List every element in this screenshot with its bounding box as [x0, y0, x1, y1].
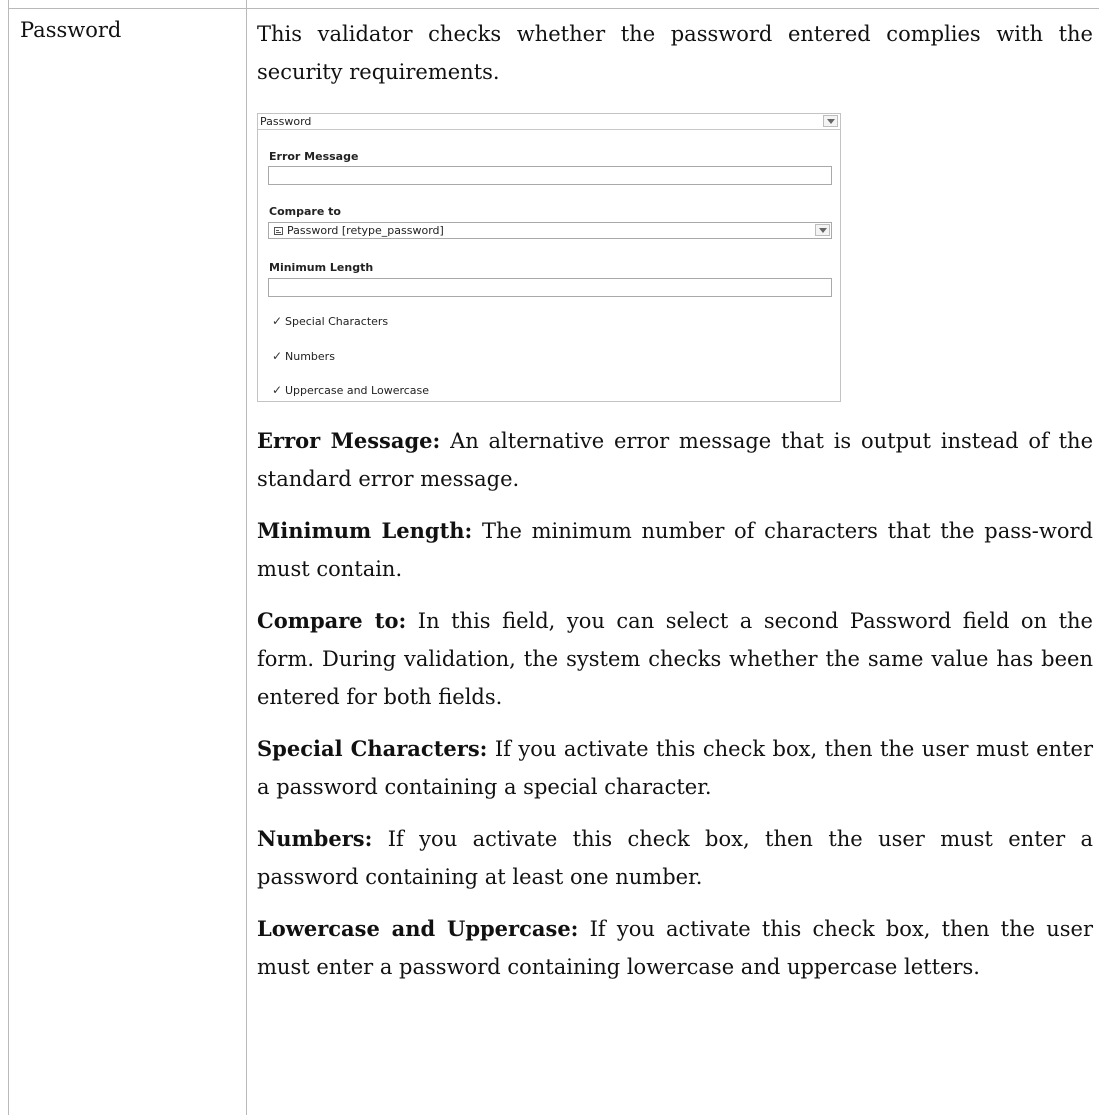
description-error-message: Error Message: An alternative error mess…	[257, 428, 1093, 491]
minimum-length-label: Minimum Length	[269, 261, 374, 274]
checkbox-label: Special Characters	[285, 315, 389, 328]
compare-to-value: Password [retype_password]	[287, 224, 444, 237]
row-label: Password	[20, 18, 122, 42]
description-minimum-length: Minimum Length: The minimum number of ch…	[257, 518, 1093, 581]
row-description: This validator checks whether the passwo…	[257, 15, 1093, 986]
minimum-length-field[interactable]	[268, 278, 832, 297]
form-field-icon	[274, 227, 283, 235]
description-special-characters: Special Characters: If you activate this…	[257, 736, 1093, 799]
chevron-down-icon[interactable]	[823, 115, 838, 127]
description-lowercase-uppercase: Lowercase and Uppercase: If you activate…	[257, 916, 1093, 979]
table-left-border	[8, 0, 9, 1115]
term: Error Message:	[257, 428, 441, 453]
compare-to-label: Compare to	[269, 205, 341, 218]
chevron-down-icon[interactable]	[815, 224, 830, 236]
description-compare-to: Compare to: In this field, you can selec…	[257, 608, 1093, 709]
numbers-checkbox[interactable]: ✓ Numbers	[272, 349, 335, 364]
checkbox-label: Numbers	[285, 350, 335, 363]
definition-table: Password This validator checks whether t…	[0, 0, 1099, 1115]
term: Special Characters:	[257, 736, 488, 761]
intro-paragraph: This validator checks whether the passwo…	[257, 22, 1093, 84]
checkmark-icon: ✓	[272, 383, 283, 397]
compare-to-select[interactable]: Password [retype_password]	[268, 222, 832, 239]
uppercase-lowercase-checkbox[interactable]: ✓ Uppercase and Lowercase	[272, 383, 429, 398]
special-characters-checkbox[interactable]: ✓ Special Characters	[272, 314, 388, 329]
error-message-label: Error Message	[269, 150, 359, 163]
checkmark-icon: ✓	[272, 314, 283, 328]
term: Lowercase and Uppercase:	[257, 916, 579, 941]
description-numbers: Numbers: If you activate this check box,…	[257, 826, 1093, 889]
term: Minimum Length:	[257, 518, 473, 543]
term: Compare to:	[257, 608, 407, 633]
table-top-border	[8, 8, 1099, 9]
column-divider	[246, 0, 247, 1115]
checkmark-icon: ✓	[272, 349, 283, 363]
validator-settings-screenshot: Password Error Message Compare to Passwo…	[257, 113, 841, 402]
validator-type-dropdown[interactable]: Password	[258, 114, 840, 130]
term: Numbers:	[257, 826, 373, 851]
checkbox-label: Uppercase and Lowercase	[285, 384, 430, 397]
error-message-field[interactable]	[268, 166, 832, 185]
validator-type-value: Password	[260, 115, 312, 128]
